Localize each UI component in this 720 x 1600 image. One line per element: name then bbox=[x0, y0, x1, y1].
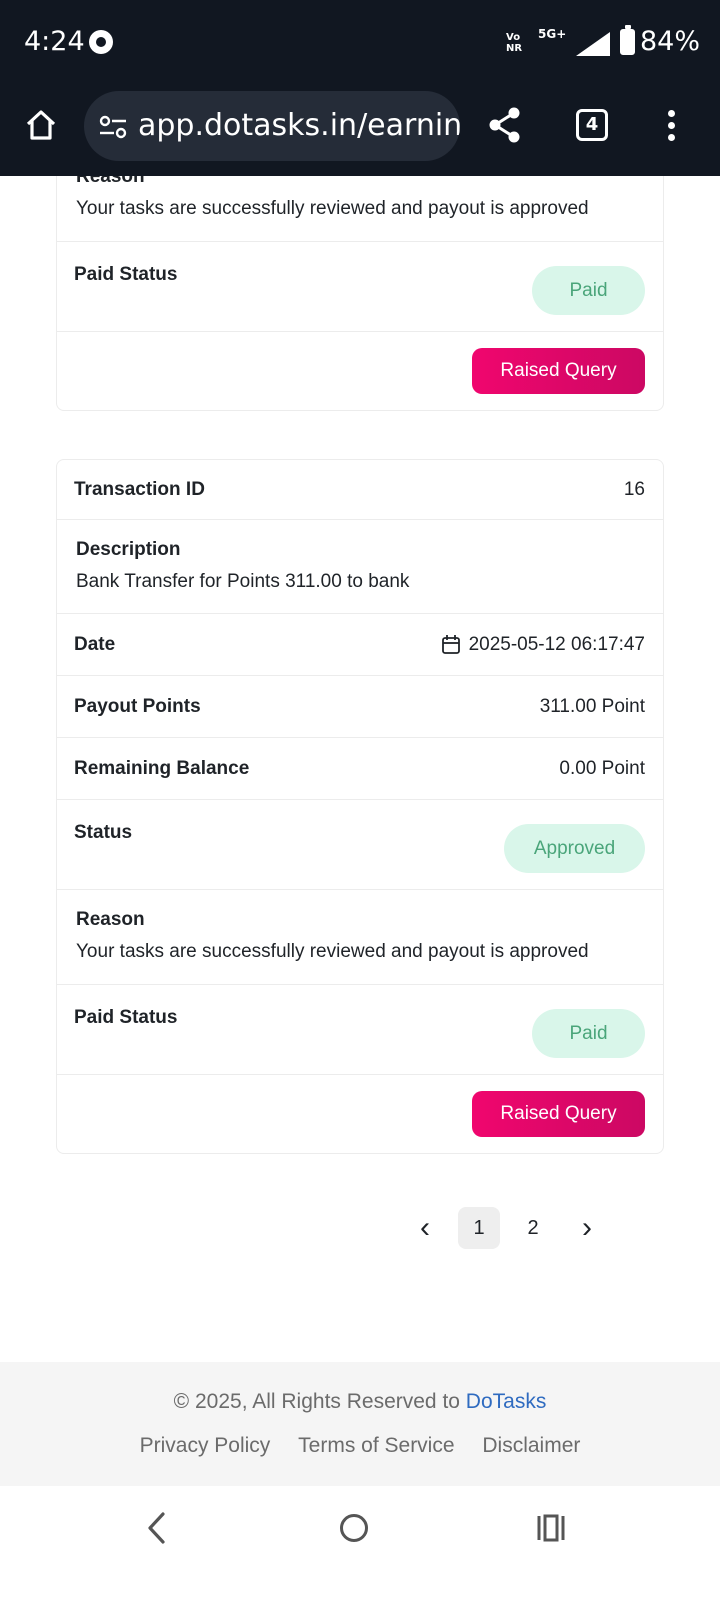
reason-label: Reason bbox=[76, 909, 145, 930]
tab-switcher[interactable]: 4 bbox=[576, 109, 608, 141]
payout-value: 311.00 Point bbox=[539, 695, 645, 717]
reason-text: Your tasks are successfully reviewed and… bbox=[76, 198, 589, 219]
date-value-wrap: 2025-05-12 06:17:47 bbox=[441, 634, 645, 656]
reason-label: Reason bbox=[76, 176, 145, 187]
page-content: Reason Your tasks are successfully revie… bbox=[0, 176, 720, 1392]
next-page-button[interactable]: › bbox=[566, 1207, 608, 1249]
reason-row: Reason Your tasks are successfully revie… bbox=[57, 176, 663, 242]
action-row: Raised Query bbox=[57, 332, 663, 410]
calendar-icon bbox=[441, 635, 460, 654]
status-row: Status Approved bbox=[57, 800, 663, 890]
status-badge: Approved bbox=[504, 824, 645, 873]
date-value: 2025-05-12 06:17:47 bbox=[468, 633, 645, 655]
paid-status-label: Paid Status bbox=[74, 1007, 178, 1028]
paid-status-label: Paid Status bbox=[74, 264, 178, 285]
battery-percent: 84% bbox=[640, 26, 701, 57]
pagination: ‹ 1 2 › bbox=[404, 1207, 620, 1249]
recents-icon[interactable] bbox=[536, 1514, 566, 1542]
date-label: Date bbox=[74, 633, 116, 655]
page-2-button[interactable]: 2 bbox=[512, 1207, 554, 1249]
privacy-policy-link[interactable]: Privacy Policy bbox=[140, 1434, 271, 1457]
network-type: 5G+ bbox=[538, 27, 567, 41]
balance-label: Remaining Balance bbox=[74, 757, 250, 779]
url-bar[interactable]: app.dotasks.in/earnin bbox=[84, 91, 460, 161]
payout-row: Payout Points 311.00 Point bbox=[57, 676, 663, 738]
raised-query-button[interactable]: Raised Query bbox=[472, 1091, 645, 1137]
balance-value: 0.00 Point bbox=[559, 757, 645, 779]
reason-text: Your tasks are successfully reviewed and… bbox=[76, 941, 589, 962]
copyright-text: © 2025, All Rights Reserved to bbox=[173, 1390, 466, 1413]
prev-page-button[interactable]: ‹ bbox=[404, 1207, 446, 1249]
status-label: Status bbox=[74, 822, 133, 843]
transaction-card: Transaction ID 16 Description Bank Trans… bbox=[56, 459, 664, 1154]
footer-links: Privacy Policy Terms of Service Disclaim… bbox=[0, 1434, 720, 1458]
url-text[interactable]: app.dotasks.in/earnin bbox=[138, 108, 460, 143]
status-bar: 4:24 Vo NR 5G+ 84% bbox=[0, 0, 720, 86]
more-vert-icon[interactable] bbox=[668, 110, 675, 146]
paid-status-badge: Paid bbox=[532, 266, 645, 315]
battery-icon bbox=[620, 25, 635, 55]
circle-home-icon[interactable] bbox=[340, 1514, 368, 1542]
page-1-button[interactable]: 1 bbox=[458, 1207, 500, 1249]
chrome-icon bbox=[89, 30, 113, 54]
transaction-card-previous: Reason Your tasks are successfully revie… bbox=[56, 176, 664, 411]
clock: 4:24 bbox=[24, 26, 85, 57]
browser-toolbar: app.dotasks.in/earnin 4 bbox=[0, 86, 720, 176]
terms-of-service-link[interactable]: Terms of Service bbox=[298, 1434, 454, 1457]
payout-label: Payout Points bbox=[74, 695, 201, 717]
volte-top: Vo bbox=[506, 32, 521, 43]
transaction-id-row: Transaction ID 16 bbox=[57, 460, 663, 520]
date-row: Date 2025-05-12 06:17:47 bbox=[57, 614, 663, 676]
transaction-id-value: 16 bbox=[623, 478, 645, 500]
tune-icon[interactable] bbox=[98, 114, 128, 140]
action-row: Raised Query bbox=[57, 1075, 663, 1153]
paid-status-row: Paid Status Paid bbox=[57, 242, 663, 332]
volte-indicator: Vo NR bbox=[506, 32, 522, 54]
paid-status-badge: Paid bbox=[532, 1009, 645, 1058]
paid-status-row: Paid Status Paid bbox=[57, 985, 663, 1075]
balance-row: Remaining Balance 0.00 Point bbox=[57, 738, 663, 800]
copyright: © 2025, All Rights Reserved to DoTasks bbox=[0, 1390, 720, 1414]
raised-query-button[interactable]: Raised Query bbox=[472, 348, 645, 394]
description-row: Description Bank Transfer for Points 311… bbox=[57, 520, 663, 614]
disclaimer-link[interactable]: Disclaimer bbox=[482, 1434, 580, 1457]
signal-icon bbox=[576, 32, 610, 56]
footer: © 2025, All Rights Reserved to DoTasks P… bbox=[0, 1362, 720, 1486]
reason-row: Reason Your tasks are successfully revie… bbox=[57, 890, 663, 985]
home-icon[interactable] bbox=[24, 108, 58, 142]
description-text: Bank Transfer for Points 311.00 to bank bbox=[76, 571, 410, 592]
brand-link[interactable]: DoTasks bbox=[466, 1390, 547, 1413]
share-icon[interactable] bbox=[488, 106, 522, 144]
description-label: Description bbox=[76, 539, 181, 560]
system-nav-bar bbox=[0, 1486, 720, 1600]
transaction-id-label: Transaction ID bbox=[74, 478, 205, 500]
volte-bottom: NR bbox=[506, 43, 523, 54]
back-icon[interactable] bbox=[145, 1511, 169, 1545]
